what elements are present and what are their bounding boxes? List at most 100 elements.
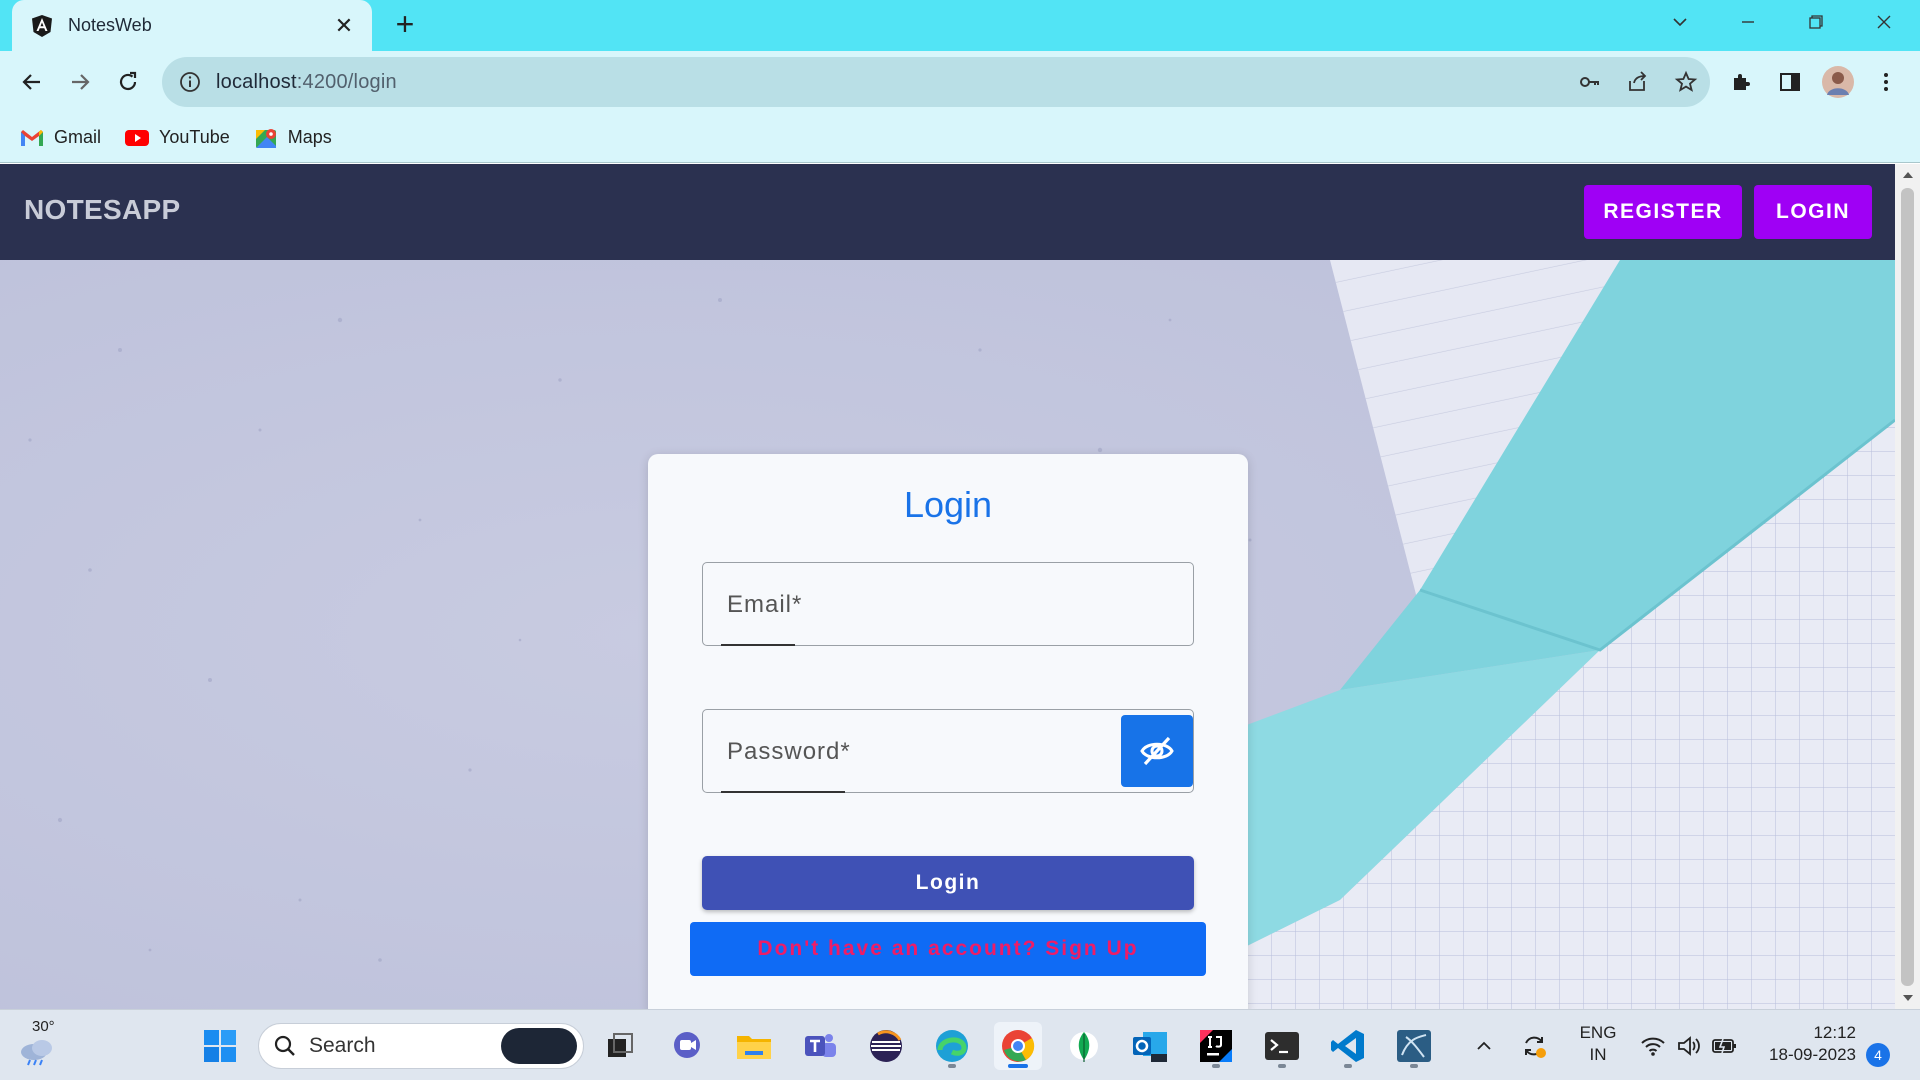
bookmark-star-icon[interactable] [1662,62,1710,102]
workbench-icon [1397,1030,1431,1062]
back-button[interactable] [12,62,52,102]
restore-button[interactable] [1788,0,1844,44]
edge-icon [936,1030,968,1062]
taskbar-eclipse[interactable] [862,1022,910,1070]
taskbar-mongodb[interactable] [1060,1022,1108,1070]
sync-status-icon[interactable] [1514,1022,1554,1070]
mongodb-leaf-icon [1070,1032,1098,1062]
reload-icon [119,71,137,91]
weather-widget[interactable]: 30° [10,1018,66,1070]
taskbar-chrome[interactable] [994,1022,1042,1070]
clock[interactable]: 12:12 18-09-2023 [1752,1022,1856,1066]
vscode-icon [1331,1030,1364,1062]
taskbar-file-explorer[interactable] [730,1022,778,1070]
signup-link-button[interactable]: Don't have an account? Sign Up [690,922,1206,976]
browser-tab-noteswb[interactable]: NotesWeb ✕ [12,0,372,51]
login-submit-button[interactable]: Login [702,856,1194,910]
battery-icon[interactable] [1708,1022,1742,1070]
taskbar-mysql-workbench[interactable] [1390,1022,1438,1070]
chat-icon [674,1032,700,1058]
url-text: localhost:4200/login [216,71,1566,94]
youtube-icon [125,127,150,149]
taskbar-edge[interactable] [928,1022,976,1070]
bookmark-youtube[interactable]: YouTube [125,127,230,149]
address-bar[interactable]: localhost:4200/login [162,57,1710,107]
terminal-icon [1265,1032,1299,1060]
tab-title: NotesWeb [68,15,152,35]
show-hidden-icons-chevron-icon[interactable] [1466,1022,1502,1070]
forward-arrow-icon [72,74,90,90]
toggle-password-visibility-button[interactable] [1121,715,1193,787]
browser-tab-strip: NotesWeb ✕ + [0,0,1920,51]
close-window-button[interactable] [1856,0,1912,44]
search-icon [274,1035,295,1056]
taskbar-intellij[interactable] [1192,1022,1240,1070]
password-key-icon[interactable] [1566,62,1614,102]
weather-temperature: 30° [32,1018,55,1035]
tab-search-chevron-icon[interactable] [1652,0,1708,44]
task-view-button[interactable] [596,1022,644,1070]
bookmark-gmail[interactable]: Gmail [20,127,101,149]
share-icon[interactable] [1614,62,1662,102]
running-indicator [1410,1064,1418,1068]
running-indicator [1344,1064,1352,1068]
bookmark-maps[interactable]: Maps [254,127,332,149]
running-indicator [1212,1064,1220,1068]
taskbar-chat[interactable] [664,1022,712,1070]
taskbar-search-input[interactable]: Search [258,1023,584,1069]
wifi-icon[interactable] [1636,1022,1670,1070]
windows-logo-icon [204,1030,236,1062]
field-underline [721,644,795,646]
side-panel-icon[interactable] [1768,62,1812,102]
password-placeholder: Password* [727,738,851,765]
page-scrollbar[interactable] [1895,164,1920,1009]
language-indicator[interactable]: ENG IN [1570,1022,1626,1066]
close-tab-icon[interactable]: ✕ [330,13,358,39]
running-indicator [1278,1064,1286,1068]
start-button[interactable] [196,1022,244,1070]
app-navbar: NOTESAPP REGISTER LOGIN [0,164,1895,260]
eye-off-icon [1140,736,1174,766]
register-nav-button[interactable]: REGISTER [1584,185,1742,239]
language-region: IN [1589,1045,1607,1064]
page-viewport: NOTESAPP REGISTER LOGIN Login Email* Pas… [0,164,1895,1009]
reload-button[interactable] [108,62,148,102]
folder-icon [737,1036,771,1059]
email-field[interactable]: Email* [702,562,1194,646]
gmail-icon [20,127,44,149]
password-field[interactable]: Password* [702,709,1194,793]
minimize-button[interactable] [1720,0,1776,44]
taskbar-vscode[interactable] [1324,1022,1372,1070]
taskbar-outlook[interactable] [1126,1022,1174,1070]
intellij-icon [1200,1030,1232,1062]
scroll-down-arrow-icon[interactable] [1895,987,1920,1009]
extensions-puzzle-icon[interactable] [1720,62,1764,102]
url-path: :4200/login [296,70,397,93]
field-underline [721,791,845,793]
angular-icon [32,14,52,37]
search-label: Search [309,1034,376,1057]
site-info-icon[interactable] [178,70,202,94]
login-nav-button[interactable]: LOGIN [1754,185,1872,239]
app-brand[interactable]: NOTESAPP [24,194,180,226]
browser-toolbar: localhost:4200/login [0,51,1920,113]
active-indicator [1008,1064,1028,1068]
taskbar-teams[interactable] [796,1022,844,1070]
clock-time: 12:12 [1813,1023,1856,1042]
volume-icon[interactable] [1672,1022,1706,1070]
running-indicator [948,1064,956,1068]
more-menu-icon[interactable] [1864,62,1908,102]
chrome-icon [1002,1030,1035,1062]
bookmark-label: YouTube [159,127,230,147]
new-tab-button[interactable]: + [388,8,422,42]
hero-background: Login Email* Password* Login Don't have … [0,260,1895,1009]
notification-count-badge[interactable]: 4 [1866,1043,1890,1067]
scrollbar-thumb[interactable] [1901,188,1914,986]
forward-button[interactable] [60,62,100,102]
taskbar-terminal[interactable] [1258,1022,1306,1070]
language-code: ENG [1579,1023,1617,1042]
profile-avatar[interactable] [1816,62,1860,102]
login-title: Login [903,484,993,525]
bookmark-label: Maps [287,127,332,147]
scroll-up-arrow-icon[interactable] [1895,164,1920,186]
